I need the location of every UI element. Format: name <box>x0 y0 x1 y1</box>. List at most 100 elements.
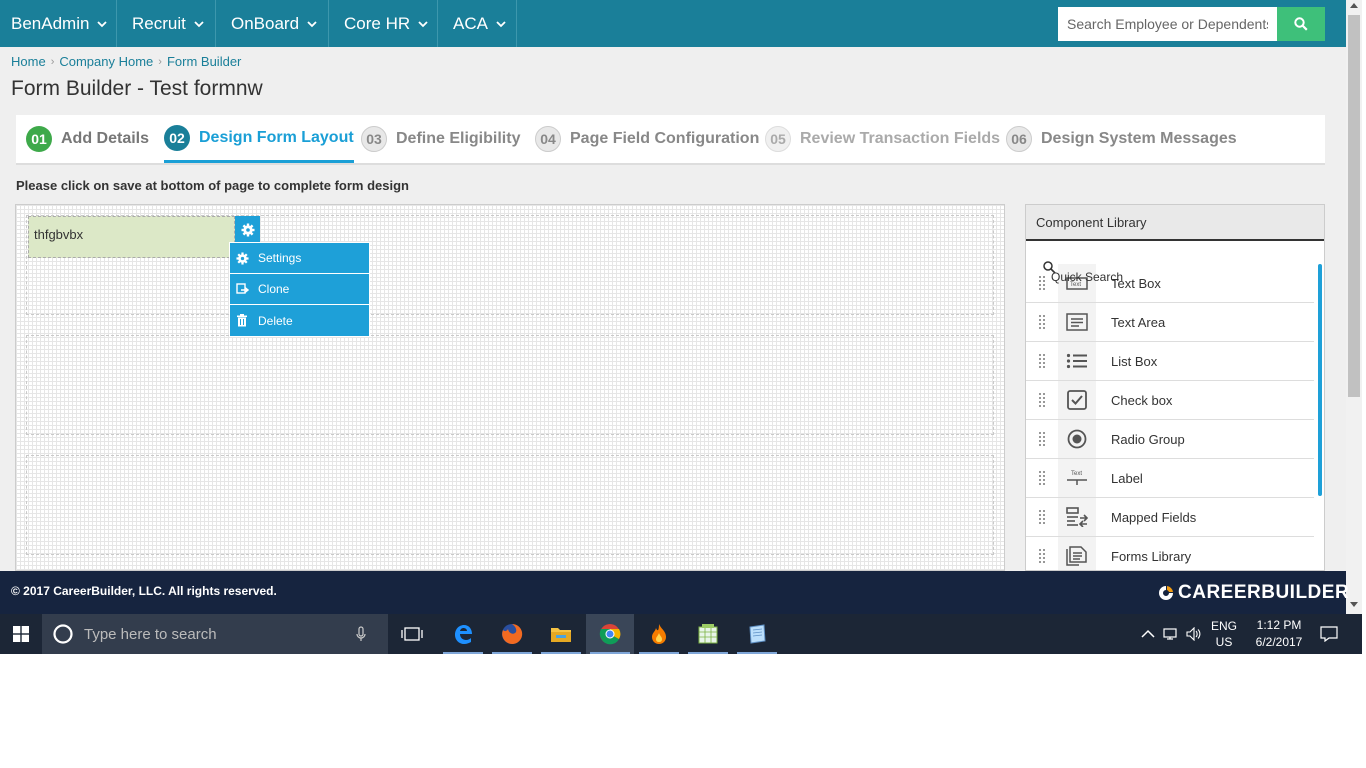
breadcrumb-company-home[interactable]: Company Home <box>59 54 153 69</box>
firefox-icon <box>502 623 523 644</box>
form-section[interactable] <box>26 455 994 555</box>
drag-handle-icon[interactable] <box>1026 393 1058 407</box>
clock-date: 6/2/2017 <box>1255 635 1303 649</box>
component-mapped-fields[interactable]: Mapped Fields <box>1026 498 1314 537</box>
component-radio-group[interactable]: Radio Group <box>1026 420 1314 459</box>
language-code: ENG <box>1211 619 1238 633</box>
careerbuilder-logo-text: CAREERBUILDER <box>1178 582 1350 603</box>
step-design-form-layout[interactable]: 02 Design Form Layout <box>164 115 354 163</box>
forms-library-icon <box>1058 537 1096 570</box>
component-library-title: Component Library <box>1026 205 1324 241</box>
chevron-down-icon <box>307 20 317 27</box>
step-number: 04 <box>535 126 561 152</box>
taskbar-app-notepad[interactable] <box>733 614 781 654</box>
nav-recruit[interactable]: Recruit <box>117 0 216 47</box>
form-design-canvas[interactable]: thfgbvbx Settings Clone Delete <box>15 204 1005 571</box>
drag-handle-icon[interactable] <box>1026 471 1058 485</box>
drag-handle-icon[interactable] <box>1026 354 1058 368</box>
save-notice: Please click on save at bottom of page t… <box>16 178 409 193</box>
chevron-down-icon <box>97 20 108 27</box>
microphone-icon[interactable] <box>356 626 366 642</box>
step-label: Add Details <box>61 130 150 147</box>
region-code: US <box>1215 635 1233 649</box>
nav-core-hr[interactable]: Core HR <box>329 0 438 47</box>
drag-handle-icon[interactable] <box>1026 549 1058 563</box>
breadcrumb-home[interactable]: Home <box>11 54 46 69</box>
component-label: Check box <box>1111 392 1173 408</box>
component-label: Mapped Fields <box>1111 509 1197 525</box>
careerbuilder-logo-icon <box>1159 586 1173 600</box>
nav-benadmin[interactable]: BenAdmin <box>0 0 117 47</box>
notepad-app-icon <box>749 624 766 644</box>
volume-icon[interactable] <box>1186 627 1202 641</box>
chevron-up-icon[interactable] <box>1141 629 1155 639</box>
drag-handle-icon[interactable] <box>1026 315 1058 329</box>
nav-aca[interactable]: ACA <box>438 0 517 47</box>
step-number: 05 <box>765 126 791 152</box>
search-button[interactable] <box>1277 7 1325 41</box>
step-page-field-configuration[interactable]: 04 Page Field Configuration <box>535 115 759 163</box>
chevron-right-icon: › <box>158 55 162 68</box>
field-context-menu: Settings Clone Delete <box>229 242 370 337</box>
menu-item-label: Delete <box>258 313 293 328</box>
spreadsheet-app-icon <box>698 624 718 644</box>
library-scrollbar[interactable] <box>1318 264 1322 496</box>
component-text-area[interactable]: Text Area <box>1026 303 1314 342</box>
chrome-icon <box>599 624 621 645</box>
breadcrumb-form-builder[interactable]: Form Builder <box>167 54 241 69</box>
drag-handle-icon[interactable] <box>1026 432 1058 446</box>
taskbar-app-spreadsheet[interactable] <box>684 614 732 654</box>
gear-icon <box>235 251 249 265</box>
taskbar-search-input[interactable] <box>82 624 356 644</box>
step-add-details[interactable]: 01 Add Details <box>26 115 149 163</box>
taskbar-app-flame[interactable] <box>635 614 683 654</box>
step-define-eligibility[interactable]: 03 Define Eligibility <box>361 115 520 163</box>
component-check-box[interactable]: Check box <box>1026 381 1314 420</box>
windows-taskbar: ENG US 1:12 PM 6/2/2017 <box>0 614 1362 654</box>
scroll-down-arrow[interactable] <box>1350 602 1358 607</box>
step-label: Define Eligibility <box>396 130 521 147</box>
svg-text:Text: Text <box>1071 471 1082 477</box>
taskbar-chrome[interactable] <box>586 614 634 654</box>
taskbar-edge[interactable] <box>439 614 487 654</box>
chevron-right-icon: › <box>50 55 55 68</box>
clock[interactable]: 1:12 PM 6/2/2017 <box>1252 614 1306 654</box>
component-label-field[interactable]: Text Label <box>1026 459 1314 498</box>
folder-icon <box>551 628 571 642</box>
nav-recruit-label: Recruit <box>132 13 186 33</box>
chevron-down-icon <box>418 20 428 27</box>
step-design-system-messages[interactable]: 06 Design System Messages <box>1006 115 1237 163</box>
taskbar-search[interactable] <box>42 614 388 654</box>
system-tray <box>1141 614 1202 654</box>
task-view-button[interactable] <box>388 614 436 654</box>
step-label: Design Form Layout <box>199 128 354 146</box>
form-section[interactable] <box>26 335 994 435</box>
form-field-textbox[interactable]: thfgbvbx <box>28 216 235 258</box>
menu-item-settings[interactable]: Settings <box>230 243 369 274</box>
drag-handle-icon[interactable] <box>1026 510 1058 524</box>
quick-search-label[interactable]: Quick Search <box>1051 270 1123 284</box>
menu-item-clone[interactable]: Clone <box>230 274 369 305</box>
language-indicator[interactable]: ENG US <box>1211 614 1237 654</box>
component-list-box[interactable]: List Box <box>1026 342 1314 381</box>
action-center-button[interactable] <box>1320 614 1338 654</box>
scrollbar-thumb[interactable] <box>1348 15 1360 397</box>
menu-item-delete[interactable]: Delete <box>230 305 369 336</box>
nav-aca-label: ACA <box>453 13 488 33</box>
taskbar-firefox[interactable] <box>488 614 536 654</box>
page-scrollbar[interactable] <box>1346 0 1362 614</box>
menu-item-label: Settings <box>258 251 302 265</box>
component-forms-library[interactable]: Forms Library <box>1026 537 1314 570</box>
mapped-fields-icon <box>1058 498 1096 536</box>
page-title: Form Builder - Test formnw <box>11 77 263 100</box>
network-icon[interactable] <box>1163 627 1179 641</box>
cortana-circle-icon <box>53 624 73 644</box>
windows-start-button[interactable] <box>0 614 42 654</box>
nav-onboard[interactable]: OnBoard <box>216 0 329 47</box>
edge-browser-icon <box>455 625 472 644</box>
field-settings-button[interactable] <box>235 216 260 243</box>
employee-search-input[interactable] <box>1058 7 1277 41</box>
step-review-transaction-fields: 05 Review Transaction Fields <box>765 115 1000 163</box>
taskbar-file-explorer[interactable] <box>537 614 585 654</box>
scroll-up-arrow[interactable] <box>1350 3 1358 8</box>
